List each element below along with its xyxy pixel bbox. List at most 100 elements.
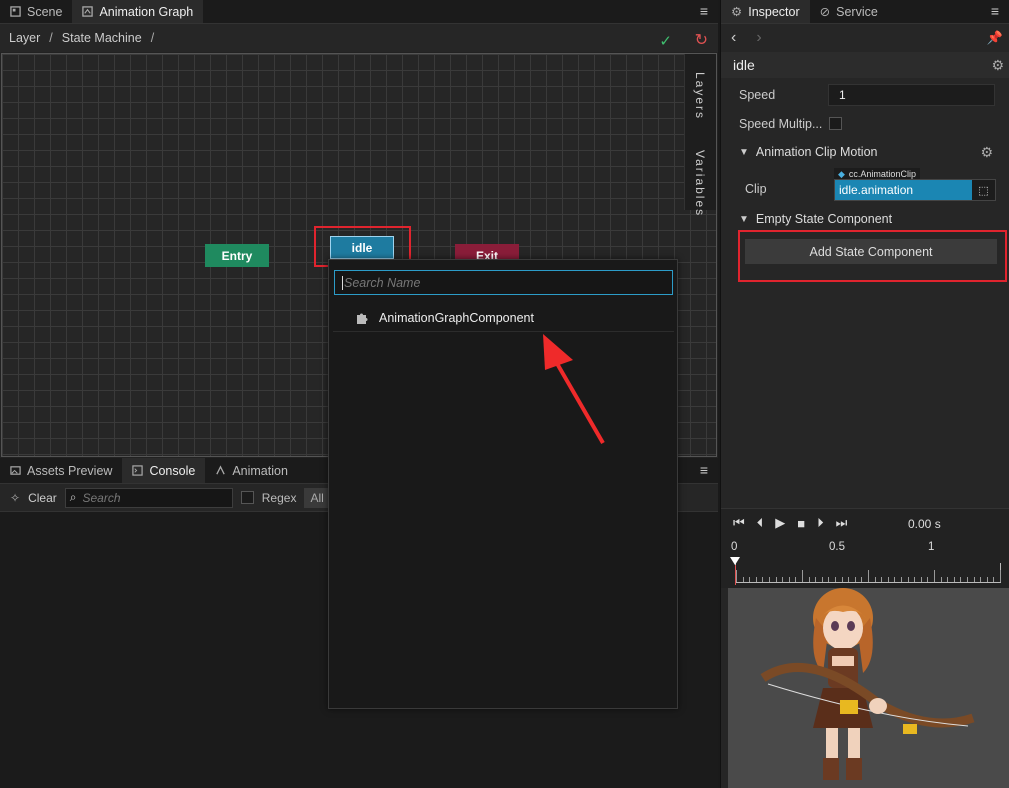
ruler-tick — [887, 577, 889, 582]
regex-label: Regex — [261, 490, 297, 505]
popup-search-input[interactable]: Search Name — [334, 270, 673, 295]
variables-tab[interactable]: Variables — [693, 150, 707, 217]
chevron-down-icon: ▼ — [739, 213, 749, 225]
tab-assets-preview[interactable]: Assets Preview — [0, 458, 122, 483]
add-component-popup: Search Name AnimationGraphComponent — [328, 259, 678, 709]
back-icon[interactable]: ‹ — [731, 29, 736, 47]
ruler-tick — [894, 577, 896, 582]
speed-label: Speed — [739, 88, 776, 102]
ruler-tick — [920, 577, 922, 582]
tab-inspector[interactable]: ⚙ Inspector — [721, 0, 810, 23]
player-controls: ⏮ ⏴ ▶ ■ ⏵ ⏭ — [733, 515, 847, 531]
ruler-tick — [901, 577, 902, 582]
breadcrumb-layer[interactable]: Layer — [9, 31, 40, 45]
current-time: 0.00 s — [908, 517, 941, 531]
chevron-down-icon: ▼ — [739, 146, 749, 158]
popup-item-animation-graph-component[interactable]: AnimationGraphComponent — [333, 304, 674, 332]
search-icon: ⌕ — [69, 490, 77, 504]
ruler-tick — [874, 577, 876, 582]
step-forward-icon[interactable]: ⏵ — [817, 515, 824, 531]
breadcrumb-state-machine[interactable]: State Machine — [62, 31, 142, 45]
ruler-tick — [940, 577, 942, 582]
tab-console[interactable]: Console — [122, 458, 206, 483]
tab-animation[interactable]: Animation — [205, 458, 298, 483]
refresh-icon[interactable]: ↻ — [695, 30, 708, 50]
inspector-panel: ⚙ Inspector ⊘ Service ≡ ‹ › 📌 idle ⚙ Spe… — [720, 0, 1009, 788]
ruler-tick — [927, 577, 929, 582]
tab-assets-preview-label: Assets Preview — [27, 463, 113, 478]
ruler-tick — [769, 577, 770, 582]
ruler-tick — [993, 577, 995, 582]
animation-icon — [216, 465, 226, 475]
inspector-title: idle — [721, 52, 1009, 78]
ruler-tick — [736, 570, 737, 582]
clip-asset-name[interactable]: idle.animation — [835, 180, 972, 200]
ruler-tick — [802, 570, 803, 582]
ruler-tick — [742, 577, 744, 582]
empty-state-section-header[interactable]: ▼ Empty State Component — [739, 212, 892, 226]
model-preview[interactable] — [728, 588, 1009, 788]
empty-state-section-label: Empty State Component — [755, 212, 893, 226]
console-icon — [132, 465, 144, 476]
stop-icon[interactable]: ■ — [797, 516, 805, 531]
tab-scene-label: Scene — [27, 4, 63, 19]
ruler-tick — [861, 577, 863, 582]
playhead-line — [735, 565, 736, 585]
clip-motion-section-label: Animation Clip Motion — [755, 145, 878, 159]
skip-start-icon[interactable]: ⏮ — [733, 515, 745, 531]
graph-side-strip: Layers Variables — [684, 54, 716, 217]
ruler-tick — [881, 577, 883, 582]
ruler-label-mid: 0.5 — [829, 541, 845, 553]
ruler-tick — [854, 577, 856, 582]
locate-asset-icon[interactable]: ⬚ — [972, 180, 995, 200]
ruler-tick — [815, 577, 817, 582]
step-back-icon[interactable]: ⏴ — [757, 515, 764, 531]
log-level-select[interactable]: All — [304, 487, 330, 508]
entry-node[interactable]: Entry — [205, 244, 269, 267]
speed-input[interactable]: 1 — [828, 84, 995, 106]
ruler-tick — [953, 577, 955, 582]
check-icon[interactable]: ✓ — [659, 32, 672, 50]
character-preview-image — [760, 588, 975, 780]
left-tabbar: Scene Animation Graph — [0, 0, 718, 24]
add-state-component-button[interactable]: Add State Component — [745, 239, 997, 264]
layers-tab[interactable]: Layers — [693, 72, 707, 120]
clear-icon: ✧ — [10, 490, 21, 505]
regex-checkbox[interactable] — [240, 491, 254, 504]
console-search-input[interactable]: ⌕ Search — [64, 487, 233, 508]
ruler-tick — [835, 577, 836, 582]
tab-animation-graph[interactable]: Animation Graph — [72, 0, 204, 23]
scene-icon — [10, 6, 21, 17]
console-menu-icon[interactable]: ≡ — [698, 463, 710, 477]
ruler-tick — [934, 570, 935, 582]
inspector-menu-icon[interactable]: ≡ — [989, 4, 1001, 18]
skip-end-icon[interactable]: ⏭ — [836, 515, 848, 531]
clip-asset-field[interactable]: idle.animation ⬚ — [834, 179, 996, 201]
playhead-handle[interactable] — [730, 557, 740, 565]
pin-icon[interactable]: 📌 — [987, 30, 1003, 46]
annotation-arrow — [543, 334, 605, 445]
clear-button[interactable]: Clear — [28, 491, 57, 505]
ruler-tick — [808, 577, 810, 582]
ruler-tick — [960, 577, 962, 582]
diamond-icon: ◆ — [838, 168, 845, 179]
speed-multiplier-checkbox[interactable] — [829, 117, 842, 130]
panel-menu-icon[interactable]: ≡ — [698, 4, 710, 18]
tab-scene[interactable]: Scene — [0, 0, 72, 23]
gear-icon: ⚙ — [731, 5, 743, 19]
ruler-tick — [788, 577, 790, 582]
breadcrumb-separator: / — [150, 31, 155, 45]
ruler-label-end: 1 — [928, 541, 935, 553]
ruler-tick — [973, 577, 975, 582]
settings-gear-icon[interactable]: ⚙ — [991, 57, 1004, 74]
speed-multiplier-label: Speed Multip... — [739, 117, 823, 131]
tab-service[interactable]: ⊘ Service — [810, 0, 888, 23]
clip-motion-section-header[interactable]: ▼ Animation Clip Motion — [739, 145, 878, 159]
tab-animation-graph-label: Animation Graph — [99, 4, 194, 19]
history-nav: ‹ › — [721, 24, 1009, 52]
timeline-ruler[interactable] — [735, 563, 1001, 583]
clip-motion-gear-icon[interactable]: ⚙ — [980, 144, 993, 161]
forward-icon[interactable]: › — [756, 29, 761, 47]
play-icon[interactable]: ▶ — [775, 515, 785, 531]
puzzle-icon — [357, 313, 368, 324]
